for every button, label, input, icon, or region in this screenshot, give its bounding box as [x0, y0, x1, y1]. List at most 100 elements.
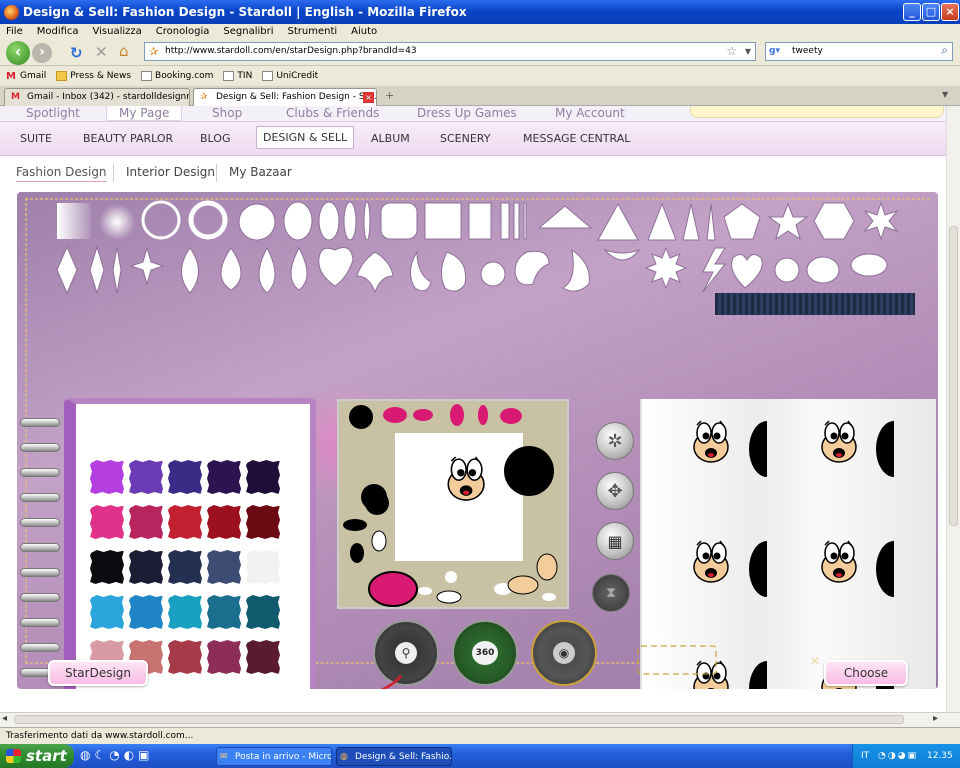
- home-icon[interactable]: ⌂: [119, 42, 129, 60]
- subnav-album[interactable]: ALBUM: [371, 132, 410, 145]
- tab-gmail[interactable]: M Gmail - Inbox (342) - stardolldesignma…: [4, 88, 190, 106]
- fabric-swatch[interactable]: [129, 595, 163, 629]
- subnav-design-sell[interactable]: DESIGN & SELL: [256, 126, 355, 149]
- cartoon-face[interactable]: [693, 420, 729, 463]
- bookmark-unicredit[interactable]: UniCredit: [262, 71, 318, 81]
- shape-pentagon[interactable]: [723, 203, 761, 240]
- shape-diamond-narrow[interactable]: [89, 245, 105, 295]
- cartoon-face[interactable]: [693, 540, 729, 583]
- tab-stardoll[interactable]: ✰ Design & Sell: Fashion Design - St... …: [193, 88, 377, 106]
- fabric-swatch[interactable]: [168, 595, 202, 629]
- bookmark-star-icon[interactable]: ☆: [726, 43, 737, 60]
- shape-sparkle[interactable]: [129, 246, 165, 286]
- shape-petal[interactable]: [441, 251, 467, 292]
- menu-visualizza[interactable]: Visualizza: [93, 26, 142, 37]
- new-tab-button[interactable]: +: [385, 89, 394, 102]
- position-tool-icon[interactable]: ✥: [596, 472, 634, 510]
- shape-bar-thin[interactable]: [513, 202, 520, 240]
- fabric-swatch[interactable]: [168, 460, 202, 494]
- shape-drop-small[interactable]: [290, 246, 308, 291]
- shape-half-moon[interactable]: [603, 248, 641, 261]
- fabric-swatch[interactable]: [207, 640, 241, 674]
- bookmark-press-news[interactable]: Press & News: [56, 71, 131, 81]
- shape-square[interactable]: [424, 202, 462, 240]
- bookmark-tin[interactable]: TIN: [223, 71, 252, 81]
- tab-my-bazaar[interactable]: My Bazaar: [229, 165, 292, 179]
- tab-close-icon[interactable]: ×: [363, 92, 374, 103]
- fabric-swatch[interactable]: [246, 505, 280, 539]
- subnav-message-central[interactable]: MESSAGE CENTRAL: [523, 132, 630, 145]
- search-icon[interactable]: ⌕: [941, 42, 948, 59]
- shape-leaf[interactable]: [181, 247, 199, 294]
- subnav-suite[interactable]: SUITE: [20, 132, 52, 145]
- fabric-swatch[interactable]: [129, 460, 163, 494]
- shape-scallop[interactable]: [806, 256, 840, 284]
- nav-spotlight[interactable]: Spotlight: [26, 106, 80, 120]
- shape-triangle[interactable]: [597, 202, 639, 241]
- stardesign-button[interactable]: StarDesign: [48, 660, 148, 686]
- shape-spike[interactable]: [706, 203, 716, 241]
- fabric-swatch[interactable]: [129, 550, 163, 584]
- tab-fashion-design[interactable]: Fashion Design: [16, 165, 107, 182]
- fabric-swatch[interactable]: [168, 550, 202, 584]
- shape-hexagon[interactable]: [813, 202, 855, 240]
- rotate-tool-icon[interactable]: ✲: [596, 422, 634, 460]
- shape-comma[interactable]: [410, 250, 432, 292]
- tray-icons[interactable]: ◔◑◕▣: [878, 751, 918, 761]
- url-dropdown-icon[interactable]: ▼: [745, 43, 751, 60]
- shape-gradient-rect[interactable]: [57, 203, 91, 239]
- shape-oval[interactable]: [283, 201, 313, 241]
- taskbar-item-firefox[interactable]: ◍ Design & Sell: Fashio...: [336, 747, 452, 766]
- fabric-swatch[interactable]: [90, 595, 124, 629]
- shape-drop-tall[interactable]: [258, 246, 276, 294]
- nav-my-account[interactable]: My Account: [555, 106, 625, 120]
- fabric-swatch[interactable]: [207, 595, 241, 629]
- black-circle-element[interactable]: [504, 446, 554, 496]
- shape-flower[interactable]: [774, 257, 800, 283]
- menu-strumenti[interactable]: Strumenti: [288, 26, 338, 37]
- fabric-swatch[interactable]: [168, 640, 202, 674]
- shape-oval-narrow[interactable]: [318, 201, 340, 241]
- mirror-tool-icon[interactable]: ⧗: [592, 574, 630, 612]
- shape-spade[interactable]: [318, 247, 354, 287]
- fabric-swatch[interactable]: [246, 460, 280, 494]
- nav-clubs-friends[interactable]: Clubs & Friends: [286, 106, 379, 120]
- forward-button[interactable]: ›: [32, 43, 52, 63]
- bookmark-booking[interactable]: Booking.com: [141, 71, 213, 81]
- shape-oval-sliver[interactable]: [363, 201, 371, 241]
- shape-star[interactable]: [767, 202, 809, 241]
- tab-interior-design[interactable]: Interior Design: [126, 165, 215, 179]
- reload-icon[interactable]: ↻: [70, 44, 83, 62]
- taskbar-item-mail[interactable]: ✉ Posta in arrivo - Micro...: [216, 747, 332, 766]
- search-input[interactable]: g▾ tweety ⌕: [765, 42, 953, 61]
- fabric-swatch[interactable]: [246, 640, 280, 674]
- fabric-swatch[interactable]: [90, 460, 124, 494]
- fabric-swatch[interactable]: [90, 550, 124, 584]
- minimize-button[interactable]: _: [903, 3, 921, 21]
- menu-cronologia[interactable]: Cronologia: [156, 26, 210, 37]
- fabric-swatch[interactable]: [207, 460, 241, 494]
- subnav-blog[interactable]: BLOG: [200, 132, 230, 145]
- shape-circle[interactable]: [238, 203, 276, 241]
- nav-shop[interactable]: Shop: [212, 106, 242, 120]
- shape-bar[interactable]: [500, 202, 510, 240]
- cartoon-face[interactable]: [821, 420, 857, 463]
- shape-rect[interactable]: [468, 202, 492, 240]
- maximize-button[interactable]: □: [922, 3, 940, 21]
- language-indicator[interactable]: IT: [861, 751, 869, 761]
- shape-crescent-drop[interactable]: [561, 248, 590, 292]
- fabric-swatch[interactable]: [207, 505, 241, 539]
- menu-aiuto[interactable]: Aiuto: [351, 26, 377, 37]
- back-button[interactable]: ‹: [6, 41, 30, 65]
- fabric-swatch[interactable]: [129, 505, 163, 539]
- shape-triangle-narrow[interactable]: [647, 202, 677, 241]
- subnav-scenery[interactable]: SCENERY: [440, 132, 490, 145]
- shape-triangle-wide[interactable]: [537, 205, 593, 229]
- scroll-left-icon[interactable]: ◂: [2, 713, 7, 724]
- shape-glow[interactable]: [99, 204, 135, 240]
- cartoon-face[interactable]: [447, 456, 485, 501]
- shape-triangle-thin[interactable]: [682, 203, 700, 241]
- shape-rounded-square[interactable]: [380, 202, 418, 240]
- start-button[interactable]: start: [0, 744, 74, 768]
- fabric-swatch[interactable]: [246, 595, 280, 629]
